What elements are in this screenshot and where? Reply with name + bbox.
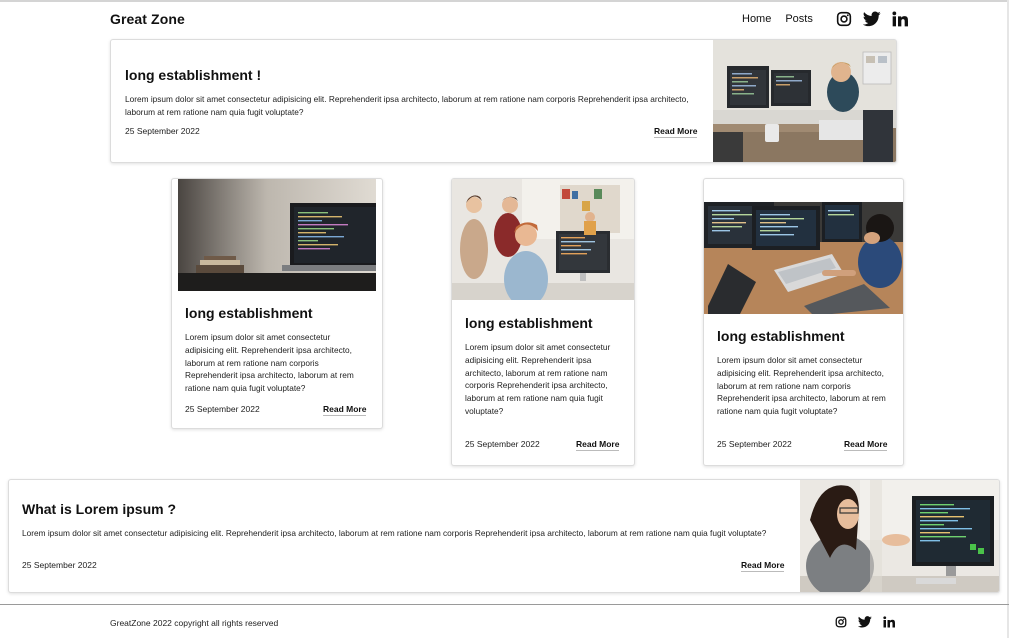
nav-posts[interactable]: Posts [785, 13, 813, 25]
wide-post-card: What is Lorem ipsum ? Lorem ipsum dolor … [8, 479, 1000, 593]
linkedin-icon[interactable] [891, 10, 909, 28]
post-excerpt: Lorem ipsum dolor sit amet consectetur a… [125, 94, 689, 117]
post-date: 25 September 2022 [22, 560, 97, 570]
twitter-icon[interactable] [858, 615, 872, 629]
read-more-link[interactable]: Read More [323, 404, 367, 416]
post-card: long establishment Lorem ipsum dolor sit… [171, 178, 383, 429]
post-image-coding-workspace [704, 202, 903, 314]
post-excerpt: Lorem ipsum dolor sit amet consectetur a… [717, 355, 886, 417]
post-title[interactable]: long establishment [717, 328, 845, 344]
post-date: 25 September 2022 [125, 126, 200, 136]
read-more-link[interactable]: Read More [654, 126, 698, 138]
post-date: 25 September 2022 [717, 439, 792, 449]
post-title[interactable]: What is Lorem ipsum ? [22, 501, 176, 517]
main-nav: Home Posts [742, 10, 909, 28]
nav-home[interactable]: Home [742, 13, 771, 25]
footer-social-links [834, 615, 896, 629]
post-excerpt: Lorem ipsum dolor sit amet consectetur a… [185, 332, 354, 394]
post-image-team-meeting [452, 179, 634, 300]
post-date: 25 September 2022 [185, 404, 260, 414]
post-card: long establishment Lorem ipsum dolor sit… [703, 178, 904, 466]
instagram-icon[interactable] [834, 615, 848, 629]
post-image-laptop-desk [178, 179, 376, 291]
site-brand[interactable]: Great Zone [110, 11, 185, 27]
post-date: 25 September 2022 [465, 439, 540, 449]
post-image-woman-at-computer [800, 480, 999, 592]
post-excerpt: Lorem ipsum dolor sit amet consectetur a… [465, 342, 611, 416]
post-card: long establishment Lorem ipsum dolor sit… [451, 178, 635, 466]
twitter-icon[interactable] [862, 10, 881, 28]
post-image-developer-laptop [713, 40, 896, 162]
linkedin-icon[interactable] [882, 615, 896, 629]
post-excerpt: Lorem ipsum dolor sit amet consectetur a… [22, 528, 767, 538]
featured-post-card: long establishment ! Lorem ipsum dolor s… [110, 39, 897, 163]
copyright-text: GreatZone 2022 copyright all rights rese… [110, 618, 279, 628]
post-title[interactable]: long establishment ! [125, 67, 261, 83]
read-more-link[interactable]: Read More [844, 439, 888, 451]
read-more-link[interactable]: Read More [741, 560, 785, 572]
post-title[interactable]: long establishment [185, 305, 313, 321]
read-more-link[interactable]: Read More [576, 439, 620, 451]
post-title[interactable]: long establishment [465, 315, 593, 331]
instagram-icon[interactable] [835, 10, 853, 28]
site-header: Great Zone Home Posts [0, 2, 1009, 36]
site-footer: GreatZone 2022 copyright all rights rese… [0, 604, 1009, 639]
